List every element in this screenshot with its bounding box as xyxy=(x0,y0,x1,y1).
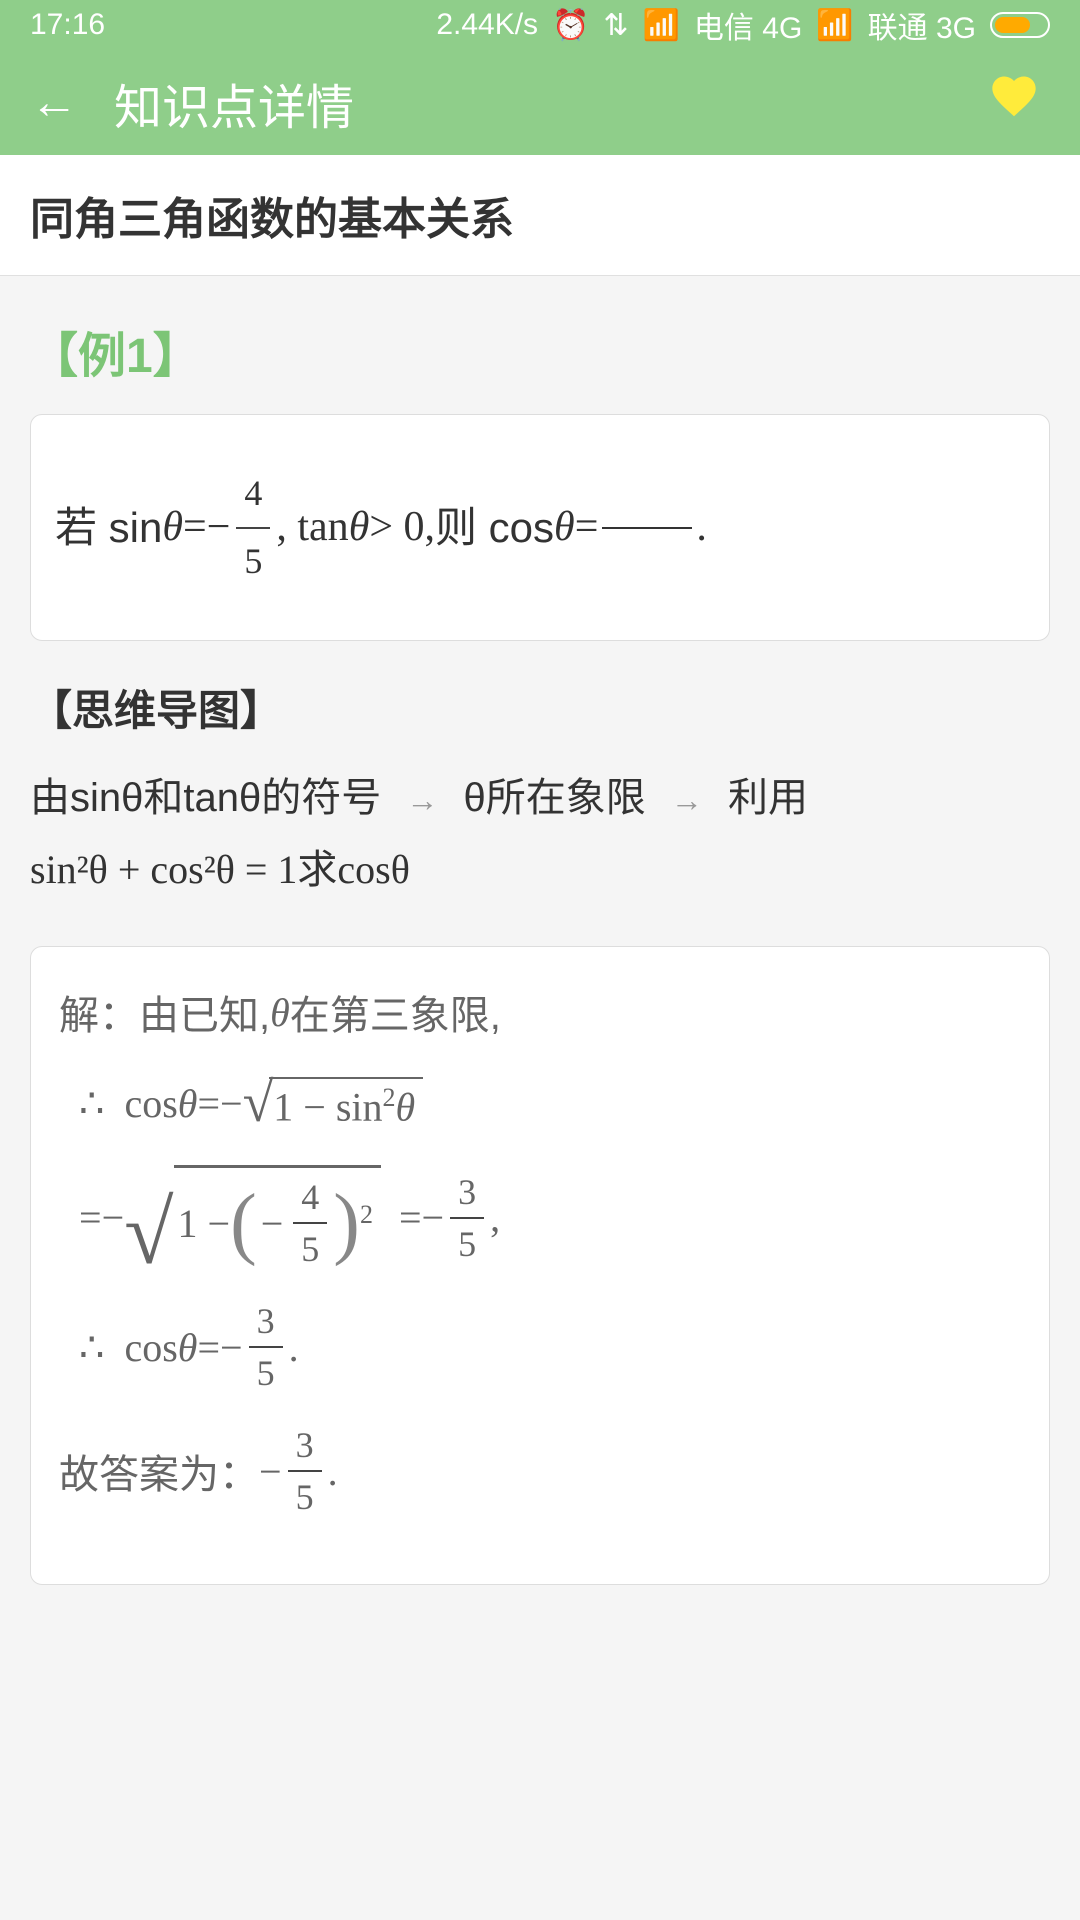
problem-box: 若 sinθ = − 4 5 , tanθ > 0, 则 cosθ = . xyxy=(30,414,1050,641)
arrow-icon: → xyxy=(671,782,703,818)
solution-line-2: ∴ cosθ = − √ 1 − sin2θ xyxy=(79,1071,1021,1135)
signal-icon-2: 📶 xyxy=(816,8,853,43)
alarm-icon: ⏰ xyxy=(552,8,589,43)
topic-title: 同角三角函数的基本关系 xyxy=(30,183,1050,247)
example-label: 【例1】 xyxy=(30,316,1050,386)
status-carrier2: 联通 3G xyxy=(868,3,976,47)
big-sqrt: √ 1 − ( − 4 5 ) 2 xyxy=(124,1165,381,1270)
solution-box: 解：由已知, θ 在第三象限, ∴ cosθ = − √ 1 − sin2θ =… xyxy=(30,946,1050,1585)
app-title: 知识点详情 xyxy=(114,68,354,138)
answer-blank xyxy=(602,527,692,529)
battery-icon xyxy=(990,12,1050,38)
solution-line-5: 故答案为： − 3 5 . xyxy=(59,1424,1021,1518)
content-area: 【例1】 若 sinθ = − 4 5 , tanθ > 0, 则 cosθ =… xyxy=(0,276,1080,1625)
status-bar: 17:16 2.44K/s ⏰ ⇅ 📶 电信 4G 📶 联通 3G xyxy=(0,0,1080,50)
status-carrier1: 电信 4G xyxy=(694,3,802,47)
sqrt-expression: √ 1 − sin2θ xyxy=(243,1071,424,1135)
heart-icon xyxy=(988,70,1040,122)
fraction-3-5: 3 5 xyxy=(450,1171,484,1265)
fraction-3-5: 3 5 xyxy=(288,1424,322,1518)
status-right: 2.44K/s ⏰ ⇅ 📶 电信 4G 📶 联通 3G xyxy=(436,3,1050,47)
mindmap-text: 由sinθ和tanθ的符号 → θ所在象限 → 利用 sin²θ + cos²θ… xyxy=(30,762,1050,906)
mindmap-label: 【思维导图】 xyxy=(30,677,1050,738)
app-bar: ← 知识点详情 xyxy=(0,50,1080,155)
fraction-3-5: 3 5 xyxy=(249,1300,283,1394)
back-button[interactable]: ← xyxy=(30,75,78,130)
solution-line-3: = − √ 1 − ( − 4 5 ) 2 = − xyxy=(79,1165,1021,1270)
solution-line-4: ∴ cosθ = − 3 5 . xyxy=(79,1300,1021,1394)
page-title-bar: 同角三角函数的基本关系 xyxy=(0,155,1080,276)
status-left: 17:16 xyxy=(30,8,105,42)
fraction-4-5: 4 5 xyxy=(293,1176,327,1270)
network-traffic-icon: ⇅ xyxy=(603,8,628,43)
status-time: 17:16 xyxy=(30,8,105,42)
arrow-icon: → xyxy=(406,782,438,818)
signal-icon-1: 📶 xyxy=(643,8,680,43)
problem-text: 若 sinθ = − 4 5 , tanθ > 0, 则 cosθ = . xyxy=(55,445,1025,610)
status-speed: 2.44K/s xyxy=(436,8,538,42)
fraction-4-5: 4 5 xyxy=(236,465,270,590)
favorite-button[interactable] xyxy=(988,70,1040,135)
solution-line-1: 解：由已知, θ 在第三象限, xyxy=(59,983,1021,1041)
